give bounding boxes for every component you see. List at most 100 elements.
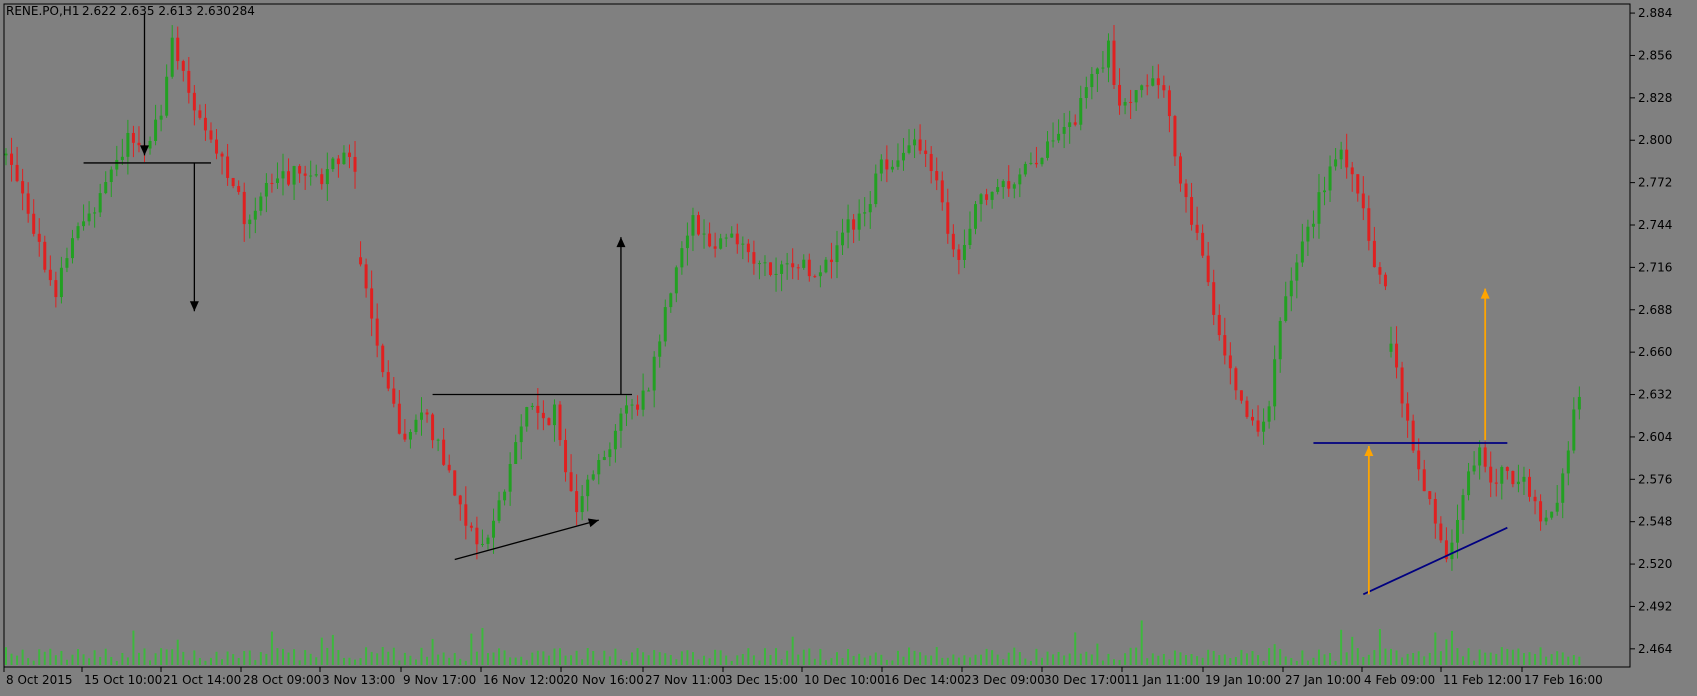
volume-bar [486,653,489,665]
candle-body [1295,262,1299,281]
volume-bar [996,654,999,665]
x-tick-label: 11 Feb 12:00 [1443,673,1522,687]
candle-body [791,263,795,268]
x-tick-label: 27 Nov 11:00 [645,673,726,687]
y-tick-label: 2.604 [1638,430,1672,444]
volume-bar [680,651,683,665]
arrow-head [189,301,199,312]
price-chart[interactable]: 2.884 2.856 2.828 2.800 2.772 2.744 2.716 2.688… [0,0,1697,692]
candle-body [1356,174,1360,194]
volume-bar [691,652,694,665]
candle-body [215,139,219,154]
candle-body [1433,499,1437,524]
candle-body [852,219,856,230]
volume-bar [1151,653,1154,665]
candle-body [82,221,86,227]
volume-bar [376,653,379,665]
candle-body [1467,471,1471,496]
candle-body [818,272,822,277]
candle-body [464,504,468,526]
volume-bar [941,657,944,665]
volume-bar [110,656,113,665]
candle-body [863,212,867,214]
volume-bar [1079,653,1082,665]
y-tick-label: 2.800 [1638,133,1672,147]
candle-body [1345,149,1349,168]
candle-body [1422,469,1426,492]
volume-bar [243,651,246,665]
candle-body [536,405,540,413]
candle-body [918,139,922,151]
volume-bar [409,655,412,665]
volume-bar [137,652,140,665]
volume-bar [1428,652,1431,665]
volume-bar [287,652,290,665]
candle-body [514,442,518,464]
volume-bar [1412,653,1415,665]
volume-bar [896,650,899,665]
candle-body [292,166,296,185]
candle-body [15,164,19,182]
volume-bar [858,653,861,665]
volume-bar [863,657,866,665]
volume-bar [763,648,766,665]
candle-body [1267,406,1271,422]
x-tick-label: 11 Jan 11:00 [1124,673,1200,687]
candle-body [486,537,490,544]
volume-bar [874,652,877,665]
x-tick-label: 10 Dec 10:00 [804,673,885,687]
volume-bar [309,653,312,665]
candle-body [342,152,346,165]
volume-bar [631,652,634,665]
volume-bar [791,636,794,665]
volume-bar [564,655,567,665]
volume-bar [608,656,611,665]
volume-bar [1240,649,1243,665]
volume-bar [1390,648,1392,665]
candle-body [597,460,601,475]
candle-body [702,233,706,235]
volume-bar [1234,657,1237,665]
candle-body [1206,255,1210,283]
candle-body [1284,296,1288,321]
candle-body [436,439,440,441]
candle-body [87,213,91,222]
candle-body [979,194,983,205]
candle-body [1134,90,1138,103]
volume-bar [293,649,296,665]
volume-bar [758,660,761,665]
candle-body [1145,85,1149,87]
volume-bar [553,648,556,665]
volume-bar [265,653,268,665]
candle-body [1151,78,1155,86]
candle-body [480,543,484,545]
candle-body [1533,496,1537,502]
volume-bar [21,649,24,665]
volume-bar [980,654,983,665]
candle-body [580,496,584,513]
volume-bar [636,648,639,665]
volume-bar [154,653,157,665]
volume-bar [1334,660,1337,665]
candle-body [115,159,119,170]
volume-bar [930,655,933,665]
volume-bar [1434,632,1437,665]
candle-body [1372,240,1376,268]
volume-bar [414,659,417,665]
candle-body [1472,465,1476,472]
candle-body [796,267,800,269]
candle-body [636,404,640,410]
candle-body [408,432,412,440]
volume-bar [836,652,838,665]
volume-bar [575,650,578,665]
volume-bar [1401,657,1404,665]
candle-body [1361,193,1365,209]
candle-body [735,233,739,245]
x-tick-label: 17 Feb 16:00 [1524,673,1603,687]
chart-window[interactable]: 2.884 2.856 2.828 2.800 2.772 2.744 2.716 2.688… [0,0,1697,692]
volume-bar [276,648,279,665]
candle-body [1278,320,1282,360]
candle-body [1073,122,1077,125]
candle-body [1511,470,1515,485]
volume-bar [492,652,495,665]
